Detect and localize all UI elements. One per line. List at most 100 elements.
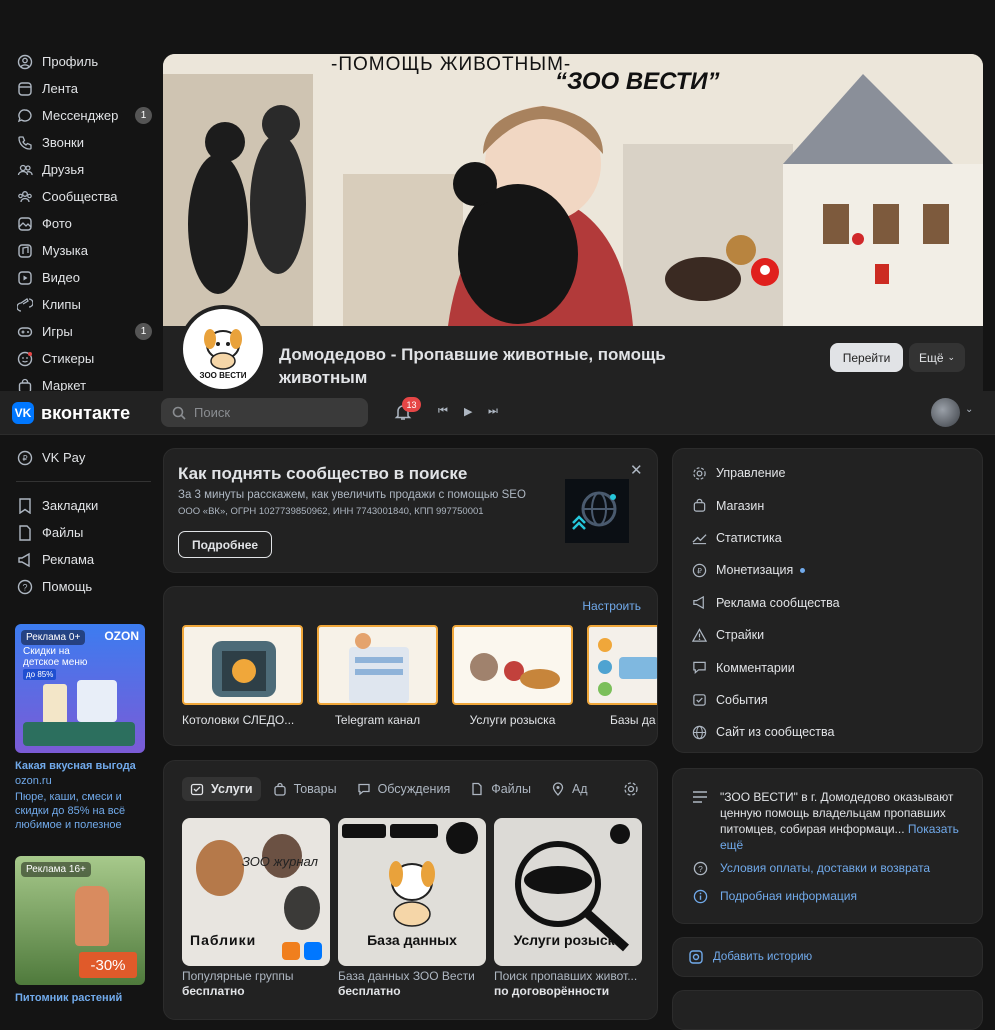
promo-more-button[interactable]: Подробнее [178,531,272,558]
admin-menu-label: Реклама сообщества [716,595,840,610]
admin-menu-item-warning[interactable]: Страйки [673,619,982,651]
app-store-badge [342,824,386,838]
nav-item-sticker[interactable]: Стикеры [0,345,155,372]
left-navigation: Профиль Лента Мессенджер 1 Звонки Друзья Сообщ… [0,48,155,399]
showcase-item-carrier[interactable] [182,625,303,705]
service-price: бесплатно [182,984,245,998]
ad-domain[interactable]: ozon.ru [15,775,52,787]
details-link[interactable]: Подробная информация [720,889,857,903]
goto-button[interactable]: Перейти [830,343,903,372]
admin-menu-label: События [716,692,768,707]
tab-files[interactable]: Файлы [462,777,539,801]
comment-icon [691,660,707,676]
chat-icon [16,107,34,125]
nav-item-user[interactable]: Профиль [0,48,155,75]
nav-item-ads[interactable]: Реклама [0,546,155,573]
payment-terms-link[interactable]: Условия оплаты, доставки и возврата [720,861,930,875]
vk-logo[interactable]: VK вконтакте [12,402,130,424]
megaphone-icon [691,595,707,611]
admin-menu-label: Сайт из сообщества [716,725,835,740]
nav-item-help[interactable]: ? Помощь [0,573,155,600]
ad-text[interactable]: Пюре, каши, смеси и скидки до 85% на всё… [15,790,150,832]
admin-menu-item-comment[interactable]: Комментарии [673,651,982,683]
tab-discussions[interactable]: Обсуждения [349,777,459,801]
nav-item-clips[interactable]: Клипы [0,291,155,318]
nav-item-friends[interactable]: Друзья [0,156,155,183]
showcase-item-label: Услуги розыска [469,713,556,727]
nav-item-bookmarks[interactable]: Закладки [0,492,155,519]
help-icon: ? [16,578,34,596]
admin-menu-item-globe[interactable]: Сайт из сообщества [673,716,982,748]
clips-icon [16,296,34,314]
coin-icon: ₽ [691,562,707,578]
ad-title[interactable]: Питомник растений [15,992,122,1004]
user-avatar[interactable] [931,398,960,427]
admin-menu-label: Магазин [716,498,765,513]
add-story-card[interactable]: Добавить историю [672,937,983,977]
next-card [672,990,983,1030]
admin-menu-item-chart[interactable]: Статистика [673,522,982,554]
more-button[interactable]: Ещё ⌄ [909,343,965,372]
product-cans-image [23,722,135,746]
service-card-search[interactable]: Услуги розыска [494,818,642,966]
product-box-image [77,680,117,722]
play-icon[interactable]: ▶ [464,405,472,418]
nav-item-phone[interactable]: Звонки [0,129,155,156]
next-track-icon[interactable]: ⏭ [488,405,498,418]
nav-item-chat[interactable]: Мессенджер 1 [0,102,155,129]
tab-address[interactable]: Ад [543,777,596,801]
nav-item-groups[interactable]: Сообщества [0,183,155,210]
admin-menu-item-gear[interactable]: Управление [673,457,982,489]
nav-divider [16,481,151,482]
music-icon [16,242,34,260]
nav-item-vkpay[interactable]: ₽ VK Pay [0,444,155,471]
admin-menu-item-coin[interactable]: ₽ Монетизация [673,554,982,586]
close-icon[interactable]: ✕ [630,461,643,479]
nav-item-photo[interactable]: Фото [0,210,155,237]
nav-item-music[interactable]: Музыка [0,237,155,264]
nav-item-label: Клипы [42,297,81,312]
ad-promo-text: Скидки на детское меню [23,646,88,668]
ok-logo-icon [282,942,300,960]
games-icon [16,323,34,341]
configure-link[interactable]: Настроить [582,599,641,613]
comment-icon [357,782,371,796]
search-input[interactable]: Поиск [161,398,368,427]
service-card-database[interactable]: База данных [338,818,486,966]
group-avatar[interactable]: ЗОО ВЕСТИ [179,305,267,393]
photo-icon [16,215,34,233]
google-play-badge [390,824,438,838]
svg-text:₽: ₽ [697,566,702,575]
prev-track-icon[interactable]: ⏮ [438,405,448,418]
admin-menu-item-bag[interactable]: Магазин [673,489,982,521]
location-pin-icon [551,782,565,796]
showcase-item-databases[interactable] [587,625,657,705]
gear-icon[interactable] [623,781,639,800]
ad-banner-plants[interactable]: Реклама 16+ -30% [15,856,145,985]
showcase-card: Настроить Котоловки СЛЕДО... Telegram ка… [163,586,658,746]
tab-services[interactable]: Услуги [182,777,261,801]
nav-item-games[interactable]: Игры 1 [0,318,155,345]
showcase-item-search[interactable] [452,625,573,705]
nav-item-label: Лента [42,81,78,96]
gardener-image [75,886,109,946]
chevron-down-icon[interactable]: ⌄ [965,404,973,415]
video-icon [16,269,34,287]
showcase-item-label: Telegram канал [334,713,421,727]
service-card-publics[interactable]: ЗОО журнал Паблики [182,818,330,966]
ad-banner-ozon[interactable]: Реклама 0+ OZON Скидки на детское меню д… [15,624,145,753]
admin-menu-item-calendar-check[interactable]: События [673,684,982,716]
admin-menu-item-megaphone[interactable]: Реклама сообщества [673,587,982,619]
nav-item-feed[interactable]: Лента [0,75,155,102]
nav-item-video[interactable]: Видео [0,264,155,291]
showcase-item-telegram[interactable] [317,625,438,705]
notification-count-badge: 13 [402,397,421,412]
tab-products[interactable]: Товары [265,777,345,801]
notifications-button[interactable]: 13 [394,397,421,423]
ad-title[interactable]: Какая вкусная выгода [15,760,136,772]
nav-item-files[interactable]: Файлы [0,519,155,546]
admin-menu-label: Комментарии [716,660,795,675]
tabs-bar: Услуги Товары Обсуждения Файлы Ад [182,777,596,801]
service-image-subtitle: ЗОО журнал [242,854,318,869]
admin-menu-card: Управление Магазин Статистика ₽ Монетизация Р… [672,448,983,753]
